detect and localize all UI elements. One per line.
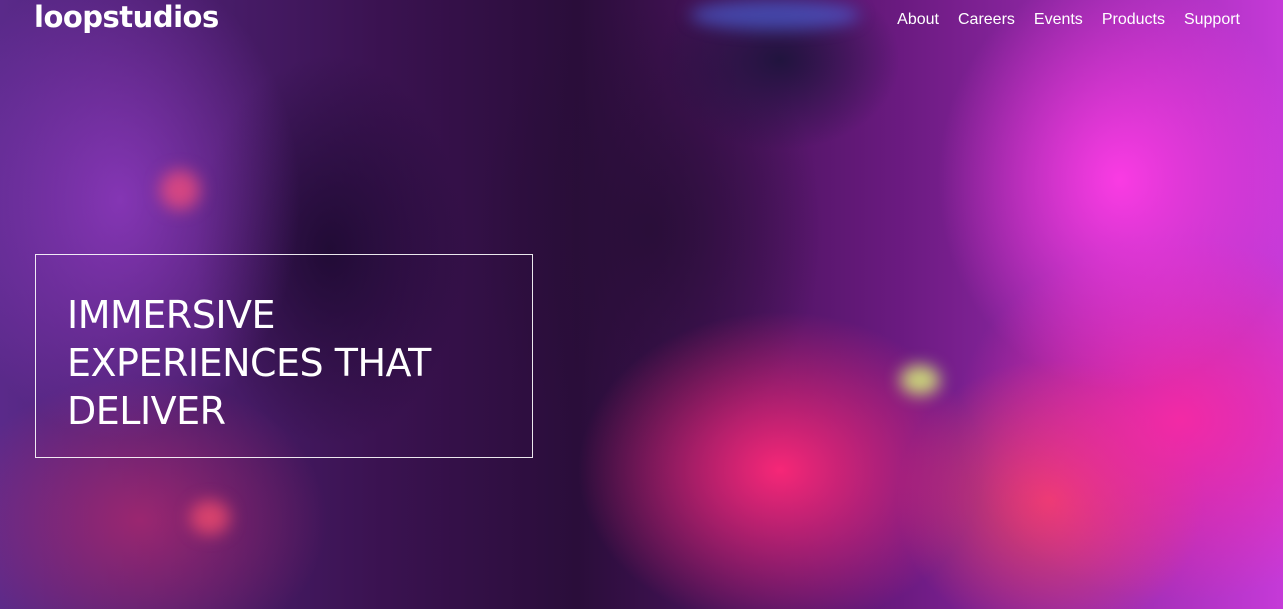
background-photo-glow: [900, 365, 940, 395]
nav-links: About Careers Events Products Support: [897, 11, 1240, 29]
hero-section: loopstudios About Careers Events Product…: [0, 0, 1283, 609]
brand-logo[interactable]: loopstudios: [34, 0, 219, 34]
top-navigation: loopstudios About Careers Events Product…: [0, 0, 1283, 44]
nav-link-events[interactable]: Events: [1034, 11, 1083, 29]
nav-link-support[interactable]: Support: [1184, 11, 1240, 29]
nav-link-products[interactable]: Products: [1102, 11, 1165, 29]
headline-box: IMMERSIVE EXPERIENCES THAT DELIVER: [35, 254, 533, 458]
background-photo-glow: [190, 500, 230, 535]
nav-link-careers[interactable]: Careers: [958, 11, 1015, 29]
hero-headline: IMMERSIVE EXPERIENCES THAT DELIVER: [67, 293, 431, 433]
background-photo-glow: [160, 170, 200, 210]
nav-link-about[interactable]: About: [897, 11, 939, 29]
